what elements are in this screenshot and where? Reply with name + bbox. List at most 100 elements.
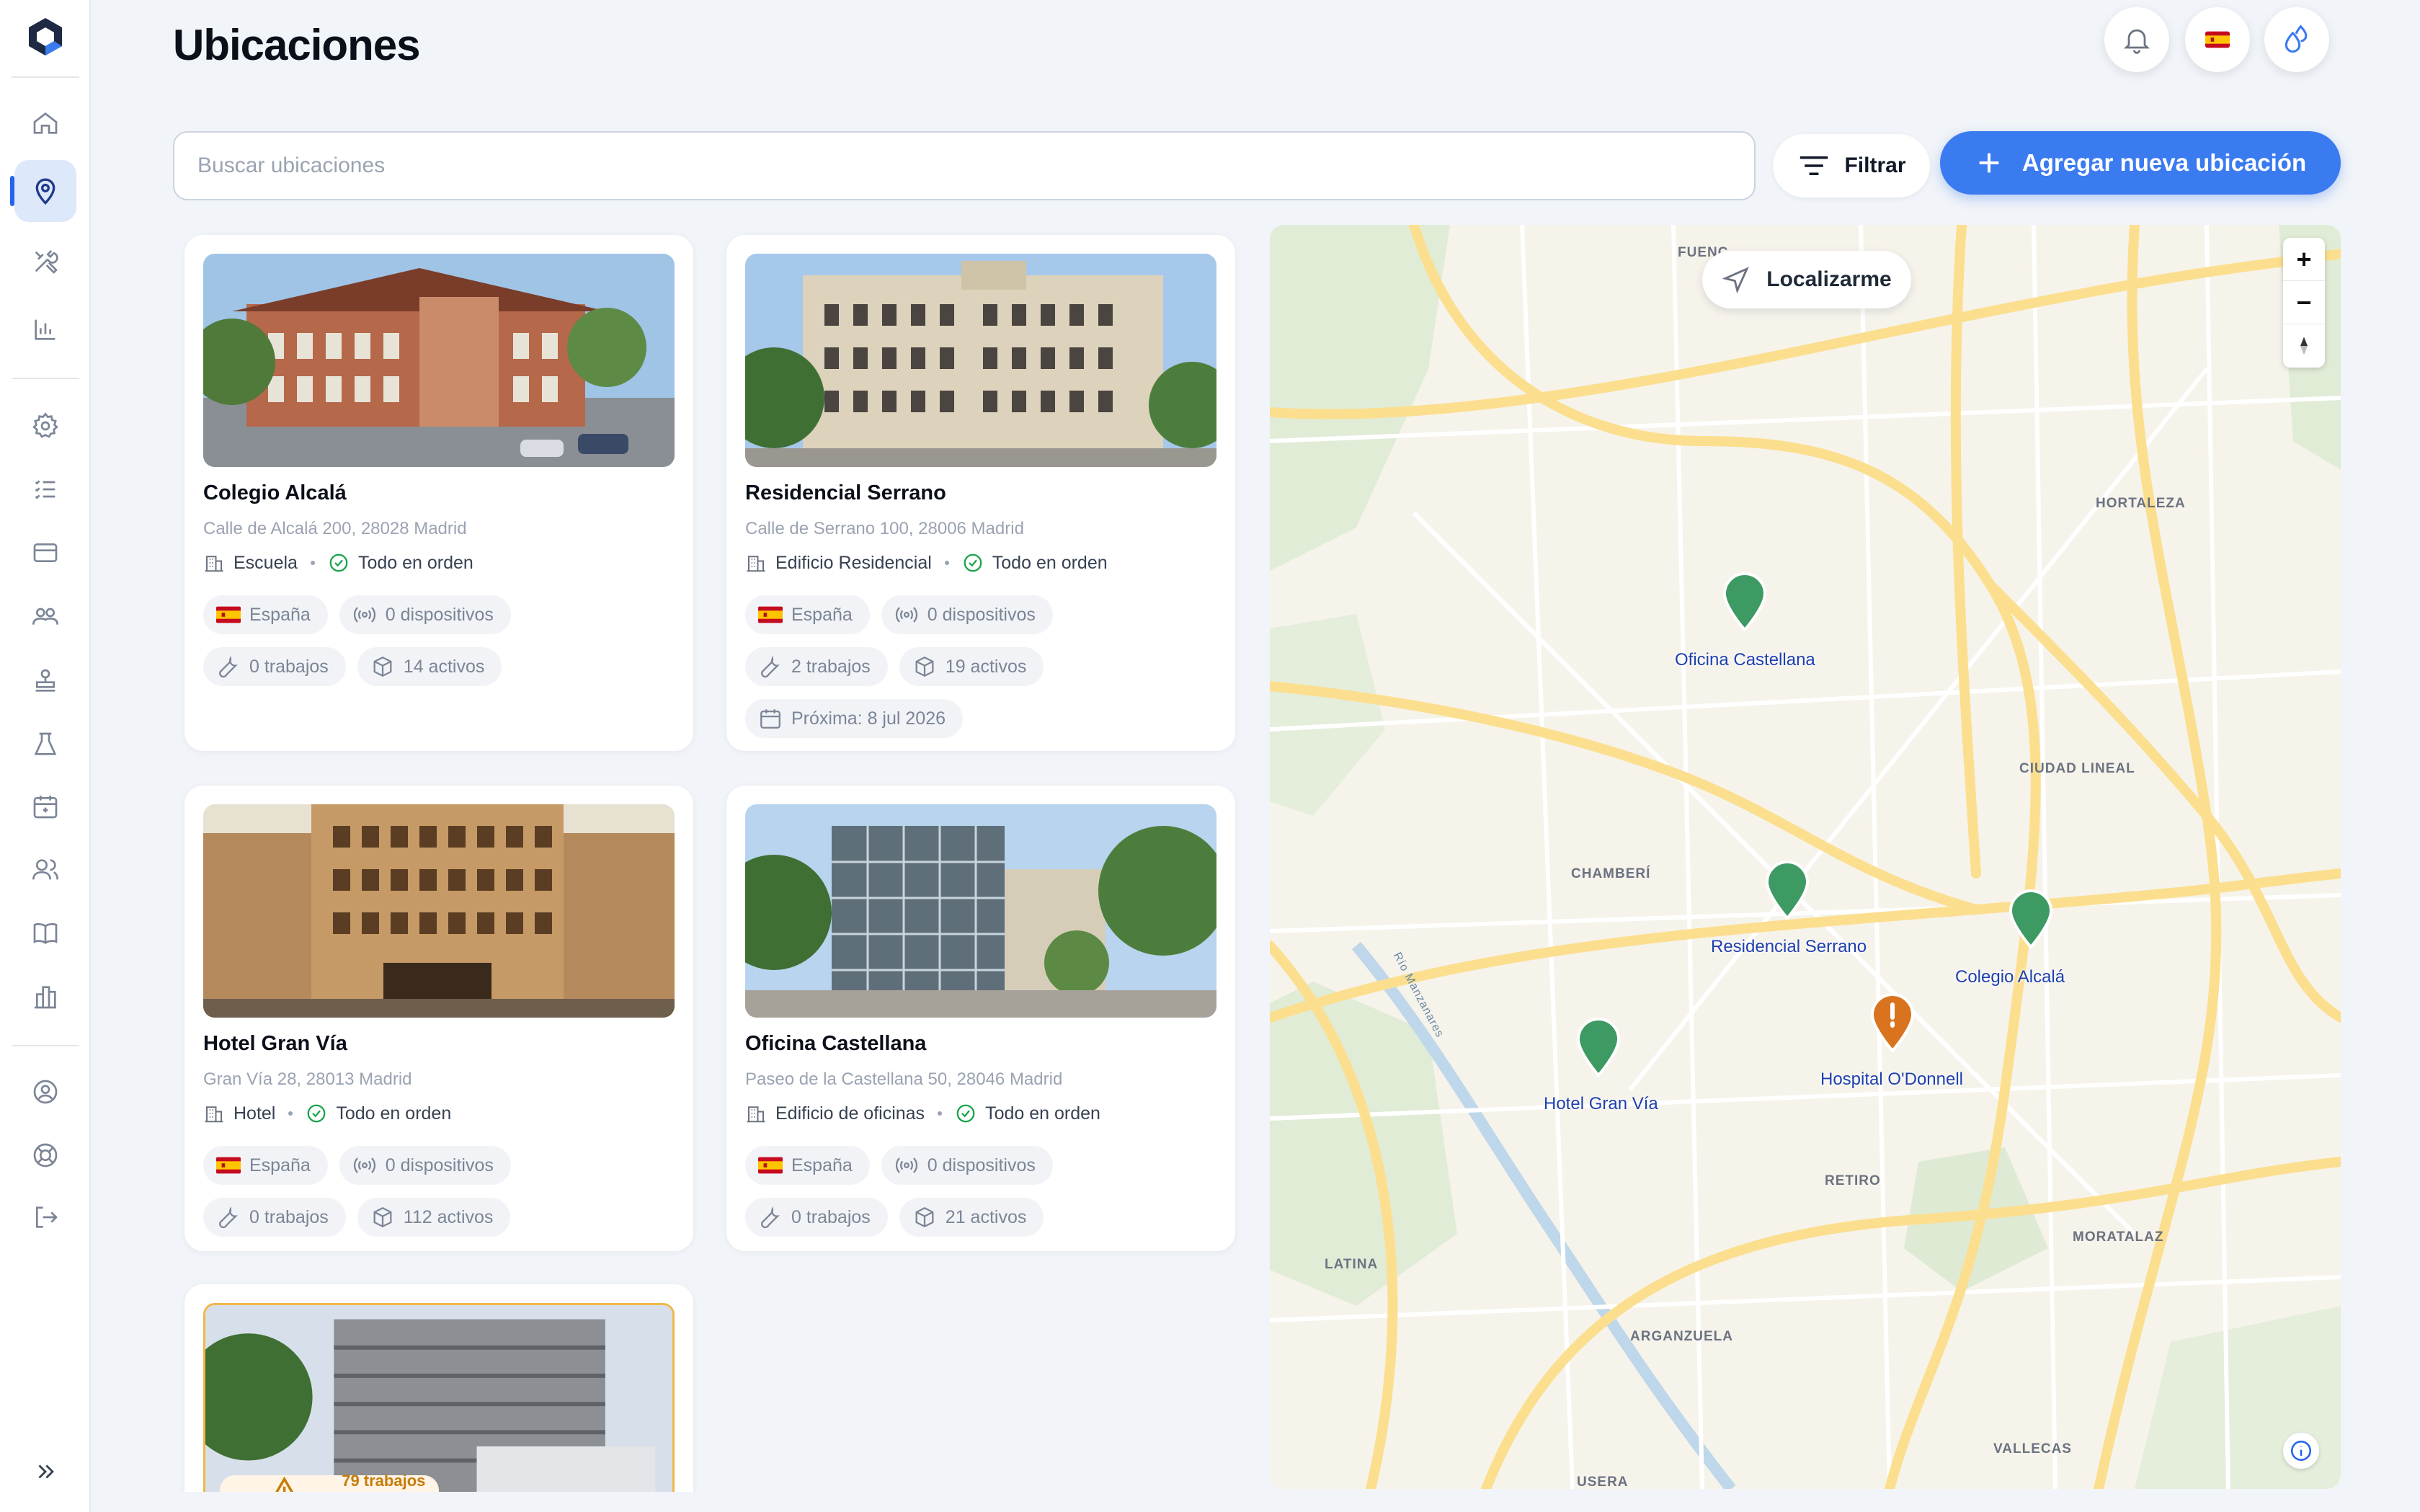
location-chips: España 0 dispositivos [203, 1146, 511, 1185]
sidebar-item-support[interactable] [14, 1124, 76, 1186]
sidebar-item-tools[interactable] [14, 231, 76, 293]
sidebar-item-lab[interactable] [14, 713, 76, 775]
jobs-chip: 0 trabajos [203, 647, 346, 686]
sidebar-item-settings[interactable] [14, 395, 76, 457]
calendar-icon [760, 709, 780, 729]
map-area-label: USERA [1577, 1475, 1629, 1489]
wrench-icon [219, 1206, 238, 1229]
location-photo [745, 804, 1216, 1018]
location-status: Todo en orden [985, 1103, 1100, 1124]
location-photo [203, 254, 675, 467]
location-card[interactable]: Hotel Gran Vía Gran Vía 28, 28013 Madrid… [184, 786, 693, 1251]
map-zoom-controls: + − [2283, 238, 2325, 368]
sidebar-item-reports[interactable] [14, 298, 76, 360]
bar-chart-icon [35, 319, 55, 340]
zoom-out-button[interactable]: − [2283, 281, 2325, 324]
sidebar-item-docs[interactable] [14, 902, 76, 964]
sidebar-divider [12, 76, 79, 78]
users-icon [32, 859, 58, 880]
location-name: Residencial Serrano [745, 481, 946, 504]
next-maintenance-chip: Próxima: 8 jul 2026 [745, 699, 964, 738]
app-logo[interactable] [25, 16, 66, 58]
location-card[interactable]: Oficina Castellana Paseo de la Castellan… [726, 786, 1235, 1251]
sidebar-item-billing[interactable] [14, 522, 76, 584]
location-address: Calle de Serrano 100, 28006 Madrid [745, 519, 1024, 538]
building-icon [35, 986, 56, 1009]
sidebar-item-users[interactable] [14, 839, 76, 901]
map-pin-label[interactable]: Hospital O'Donnell [1820, 1069, 1963, 1090]
location-status: Todo en orden [357, 552, 473, 573]
map-pin-label[interactable]: Colegio Alcalá [1955, 967, 2065, 987]
country-label: España [791, 604, 853, 625]
notifications-button[interactable] [2104, 7, 2169, 72]
warning-icon [275, 1476, 294, 1492]
sidebar-item-buildings[interactable] [14, 966, 76, 1028]
locations-map[interactable]: FUENC HORTALEZA CIUDAD LINEAL CHAMBERÍ R… [1270, 225, 2341, 1489]
devices-chip: 0 dispositivos [881, 1146, 1053, 1185]
filter-icon [1800, 156, 1828, 175]
zoom-in-button[interactable]: + [2283, 238, 2325, 281]
sidebar-item-stamp[interactable] [14, 650, 76, 712]
assets-chip: 112 activos [357, 1198, 511, 1237]
box-icon [373, 656, 392, 677]
assets-label: 112 activos [403, 1206, 494, 1227]
separator-dot [310, 561, 315, 565]
map-pin-ok[interactable] [1722, 572, 1768, 631]
separator-dot [944, 561, 949, 565]
location-photo [203, 804, 675, 1018]
check-circle-icon [964, 553, 982, 572]
location-address: Calle de Alcalá 200, 28028 Madrid [203, 519, 467, 538]
jobs-label: 0 trabajos [249, 1206, 329, 1227]
map-area-label: CIUDAD LINEAL [2019, 761, 2135, 776]
logout-icon [36, 1206, 58, 1228]
compass-button[interactable] [2283, 324, 2325, 368]
team-icon [32, 608, 58, 625]
map-pin-ok[interactable] [1575, 1018, 1622, 1077]
brand-button[interactable] [2264, 7, 2329, 72]
sidebar-item-profile[interactable] [14, 1061, 76, 1123]
location-meta: Edificio de oficinas Todo en orden [745, 1103, 1100, 1124]
sidebar-item-teams[interactable] [14, 585, 76, 647]
map-pin-label[interactable]: Residencial Serrano [1711, 937, 1867, 957]
map-area-label: VALLECAS [1993, 1441, 2072, 1457]
broadcast-icon [895, 607, 917, 623]
map-pin-ok[interactable] [2008, 889, 2054, 948]
assets-chip: 19 activos [899, 647, 1044, 686]
page-title: Ubicaciones [173, 21, 420, 69]
sidebar-item-locations[interactable] [10, 160, 76, 222]
map-pin-ok[interactable] [1764, 860, 1810, 920]
info-icon [2290, 1440, 2312, 1462]
credit-card-icon [33, 543, 58, 562]
map-pin-label[interactable]: Hotel Gran Vía [1544, 1094, 1658, 1114]
add-location-label: Agregar nueva ubicación [2021, 149, 2307, 176]
sidebar-item-calendar[interactable] [14, 775, 76, 837]
map-info-button[interactable] [2283, 1433, 2319, 1469]
location-photo: 79 trabajos vencidos [203, 1303, 675, 1492]
jobs-label: 2 trabajos [791, 656, 871, 677]
sidebar-item-tasks[interactable] [14, 458, 76, 520]
add-location-button[interactable]: Agregar nueva ubicación [1940, 131, 2341, 195]
stamp-icon [35, 669, 55, 692]
location-card[interactable]: Colegio Alcalá Calle de Alcalá 200, 2802… [184, 235, 693, 751]
location-name: Colegio Alcalá [203, 481, 347, 504]
locate-me-button[interactable]: Localizarme [1702, 251, 1911, 308]
tools-icon [35, 250, 58, 274]
location-meta: Edificio Residencial Todo en orden [745, 552, 1108, 574]
sidebar-item-home[interactable] [14, 92, 76, 154]
location-type: Edificio Residencial [775, 552, 932, 573]
sidebar-item-logout[interactable] [14, 1186, 76, 1248]
location-card[interactable]: Residencial Serrano Calle de Serrano 100… [726, 235, 1235, 751]
box-icon [915, 1206, 934, 1228]
map-pin-label[interactable]: Oficina Castellana [1675, 650, 1815, 670]
expand-sidebar-button[interactable] [27, 1456, 63, 1487]
language-button[interactable] [2185, 7, 2250, 72]
search-input[interactable] [173, 131, 1756, 200]
map-pin-warning[interactable] [1869, 993, 1916, 1052]
broadcast-icon [895, 1157, 917, 1173]
sidebar [0, 0, 91, 1512]
location-card[interactable]: 79 trabajos vencidos [184, 1284, 693, 1492]
filter-button[interactable]: Filtrar [1773, 134, 1930, 197]
assets-label: 21 activos [945, 1206, 1027, 1227]
map-area-label: LATINA [1325, 1257, 1379, 1272]
location-type: Hotel [233, 1103, 276, 1124]
